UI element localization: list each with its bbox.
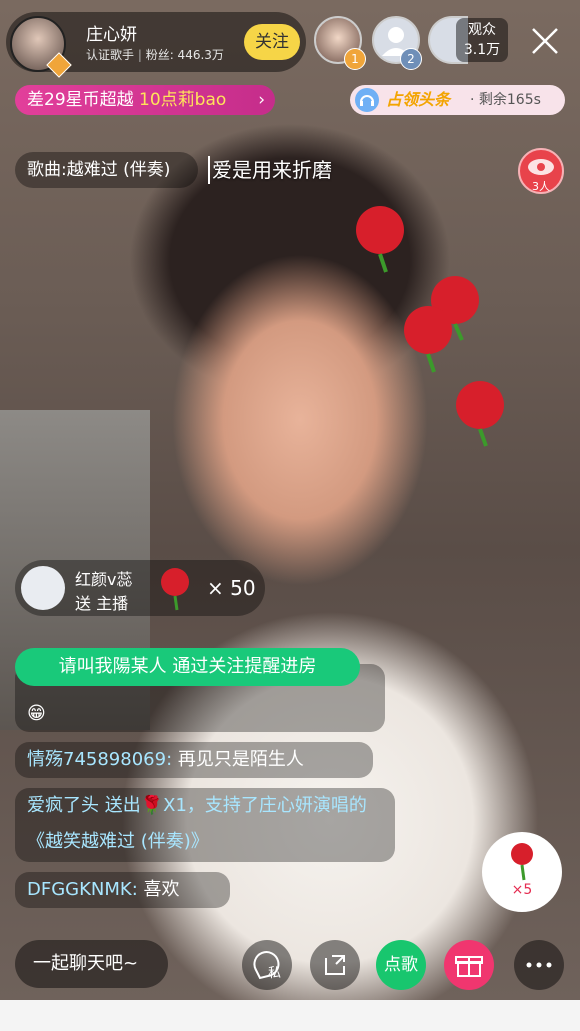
- song-request-button[interactable]: 点歌: [376, 940, 426, 990]
- headline-banner[interactable]: 占领头条 · 剩余165s: [350, 85, 565, 115]
- chat-bubble-icon: [253, 951, 280, 980]
- red-packet-icon: [528, 159, 554, 175]
- rank-badge-2: 2: [400, 48, 422, 70]
- lyric-line: 爱是用来折磨: [212, 158, 332, 182]
- chevron-right-icon: ›: [258, 90, 265, 110]
- viewer-count-label: 观众: [468, 22, 496, 38]
- song-label: 歌曲:越难过 (伴奏): [27, 160, 171, 180]
- red-packet-button[interactable]: 3人: [518, 148, 564, 194]
- rank-progress-text: 差29星币超越: [27, 90, 134, 110]
- red-packet-count: 3人: [532, 180, 550, 193]
- viewer-count[interactable]: 观众 3.1万: [456, 18, 508, 62]
- gift-button[interactable]: [444, 940, 494, 990]
- chat-message: DFGGKNMK: 喜欢: [15, 872, 230, 908]
- chat-text: 喜欢: [137, 879, 180, 900]
- chat-username[interactable]: 情殇745898069:: [27, 749, 172, 770]
- chat-text: 再见只是陌生人: [172, 749, 304, 770]
- floating-roses-icon: [356, 206, 504, 447]
- divider: |: [137, 48, 146, 62]
- anchor-name: 庄心妍: [86, 25, 137, 45]
- gift-notification[interactable]: 红颜v蕊 送 主播 × 50: [15, 560, 265, 616]
- private-message-button[interactable]: 私: [242, 940, 292, 990]
- gift-action: 送 主播: [75, 594, 129, 613]
- chat-gift-text: 爱疯了头 送出🌹X1，支持了庄心妍演唱的《越笑越难过 (伴奏)》: [27, 795, 367, 852]
- gift-multiplier: × 50: [207, 576, 256, 600]
- headline-remaining: · 剩余165s: [470, 92, 541, 108]
- anchor-info-card[interactable]: 庄心妍 认证歌手 | 粉丝: 446.3万 关注: [6, 12, 306, 78]
- chat-username[interactable]: DFGGKNMK:: [27, 879, 138, 900]
- anchor-subtitle: 认证歌手 | 粉丝: 446.3万: [86, 46, 224, 63]
- rank-progress-banner[interactable]: 差29星币超越 10点莉bao ›: [15, 85, 275, 115]
- share-button[interactable]: [310, 940, 360, 990]
- rose-gift-icon: [161, 568, 189, 611]
- rank-progress-target: 10点莉bao: [139, 90, 227, 110]
- chat-input[interactable]: 一起聊天吧~: [15, 940, 168, 988]
- gift-sender-avatar[interactable]: [21, 566, 65, 610]
- gift-box-icon: [455, 956, 483, 977]
- current-song[interactable]: 歌曲:越难过 (伴奏): [15, 152, 198, 188]
- gift-sender-name: 红颜v蕊: [75, 570, 133, 589]
- rose-count: ×5: [511, 882, 533, 898]
- private-label: 私: [268, 966, 282, 981]
- share-icon: [325, 955, 345, 975]
- follow-reminder-tip[interactable]: 请叫我陽某人 通过关注提醒进房: [15, 648, 360, 686]
- chat-text: 😁: [27, 703, 46, 724]
- lyric-divider: [208, 156, 210, 184]
- bottom-safe-area: [0, 1000, 580, 1031]
- anchor-fans: 粉丝: 446.3万: [145, 48, 224, 62]
- rose-icon: [511, 843, 533, 881]
- headline-title: 占领头条: [386, 90, 451, 109]
- rank-badge-1: 1: [344, 48, 366, 70]
- chat-gift-message: 爱疯了头 送出🌹X1，支持了庄心妍演唱的《越笑越难过 (伴奏)》: [15, 788, 395, 862]
- chat-message: 情殇745898069: 再见只是陌生人: [15, 742, 373, 778]
- more-dots-icon: [526, 962, 552, 968]
- viewer-count-value: 3.1万: [463, 42, 501, 58]
- close-icon[interactable]: [528, 24, 562, 58]
- anchor-role: 认证歌手: [86, 48, 135, 62]
- headset-icon: [355, 88, 379, 112]
- send-rose-button[interactable]: ×5: [482, 832, 562, 912]
- more-button[interactable]: [514, 940, 564, 990]
- follow-button[interactable]: 关注: [244, 24, 300, 60]
